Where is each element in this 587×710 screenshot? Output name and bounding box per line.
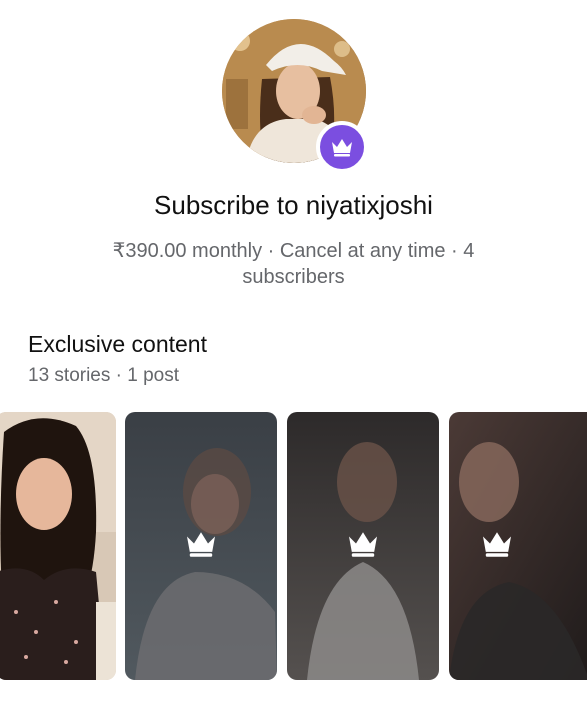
crown-icon <box>483 532 511 557</box>
crown-icon <box>187 532 215 557</box>
crown-icon <box>332 139 352 157</box>
crown-badge <box>316 121 368 173</box>
blurred-photo <box>449 412 587 680</box>
subscription-details: ₹390.00 monthly · Cancel at any time · 4… <box>112 240 475 288</box>
exclusive-content-counts: 13 stories · 1 post <box>28 365 180 386</box>
content-card-locked[interactable] <box>287 412 439 680</box>
preview-photo <box>0 412 116 680</box>
content-card-preview[interactable] <box>0 412 116 680</box>
exclusive-content-heading: Exclusive content <box>28 331 207 357</box>
content-card-locked[interactable] <box>125 412 277 680</box>
content-card-locked[interactable] <box>449 412 587 680</box>
exclusive-content-carousel[interactable] <box>0 412 587 680</box>
locked-crown-icon <box>184 530 218 563</box>
subscribe-title: Subscribe to niyatixjoshi <box>154 190 433 220</box>
locked-crown-icon <box>480 530 514 563</box>
crown-icon <box>349 532 377 557</box>
locked-crown-icon <box>346 530 380 563</box>
profile-avatar-wrap[interactable] <box>222 19 368 173</box>
